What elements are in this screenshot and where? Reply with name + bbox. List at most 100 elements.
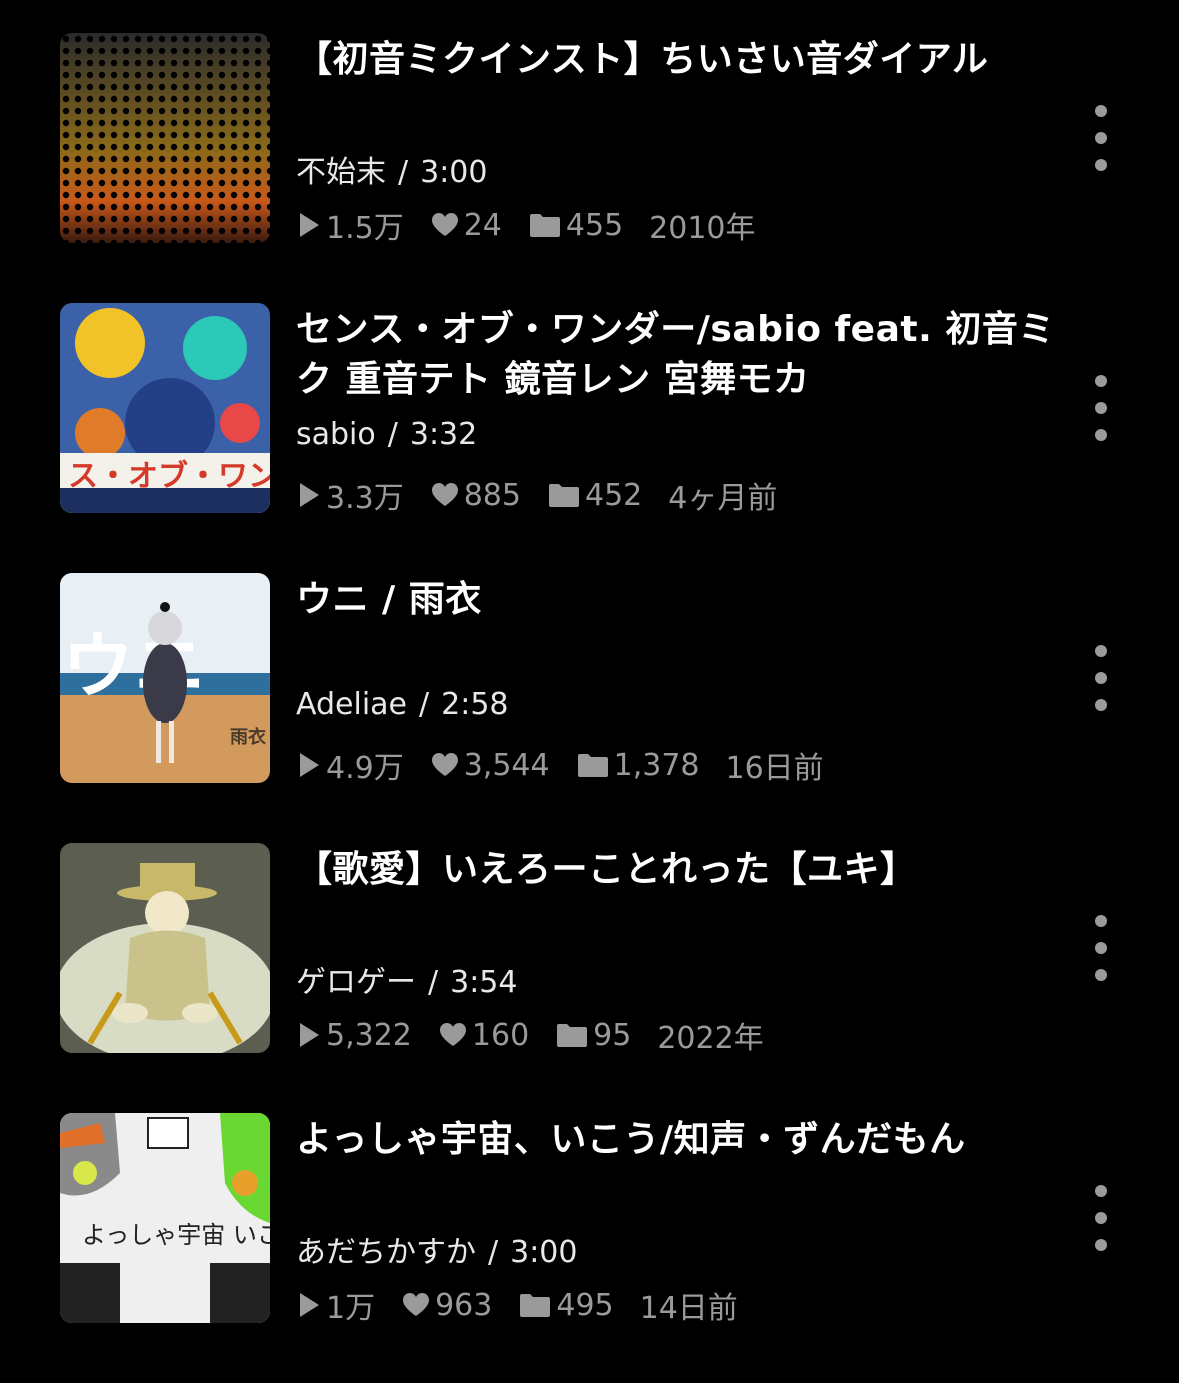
video-meta: あだちかすか / 3:00 <box>296 1227 577 1271</box>
more-vertical-icon[interactable] <box>1088 915 1114 981</box>
likes-count: 160 <box>471 1017 530 1053</box>
mylists-stat: 495 <box>518 1287 614 1323</box>
more-dot <box>1095 159 1107 171</box>
upload-date: 14日前 <box>639 1291 738 1326</box>
video-thumbnail[interactable]: ウニ 雨衣 <box>60 573 270 783</box>
mylists-count: 455 <box>565 207 624 243</box>
more-dot <box>1095 645 1107 657</box>
likes-stat: 24 <box>430 208 502 243</box>
thumbnail-subtext: 雨衣 <box>230 726 266 748</box>
video-thumbnail[interactable]: ス・オブ・ワン <box>60 303 270 513</box>
video-item[interactable]: ス・オブ・ワン センス・オブ・ワンダー/sabio feat. 初音ミク 重音テ… <box>0 303 1179 573</box>
video-thumbnail[interactable]: よっしゃ宇宙 いこう <box>60 1113 270 1323</box>
video-item[interactable]: 【歌愛】いえろーことれった【ユキ】 ゲロゲー / 3:54 5,322 160 95… <box>0 843 1179 1113</box>
upload-date: 16日前 <box>725 751 824 786</box>
video-item[interactable]: よっしゃ宇宙 いこう よっしゃ宇宙、いこう/知声・ずんだもん あだちかすか / 3:… <box>0 1113 1179 1383</box>
mylists-stat: 455 <box>528 208 623 243</box>
video-author[interactable]: Adeliae <box>296 687 407 722</box>
thumbnail-image-illustration: ス・オブ・ワン <box>60 303 270 513</box>
video-thumbnail[interactable] <box>60 33 270 243</box>
video-list: 【初音ミクインスト】ちいさい音ダイアル 不始末 / 3:00 1.5万 24 455… <box>0 33 1179 1383</box>
play-icon <box>300 753 319 777</box>
likes-count: 963 <box>435 1287 493 1323</box>
folder-icon <box>557 1024 588 1047</box>
meta-separator: / <box>419 687 430 722</box>
folder-icon <box>548 484 579 507</box>
views-stat: 4.9万 <box>296 743 404 787</box>
meta-separator: / <box>428 965 439 1000</box>
more-dot <box>1095 1239 1107 1251</box>
video-meta: Adeliae / 2:58 <box>296 687 509 722</box>
meta-separator: / <box>387 417 398 452</box>
play-icon <box>300 483 319 507</box>
video-title[interactable]: 【初音ミクインスト】ちいさい音ダイアル <box>296 35 1056 85</box>
views-count: 1万 <box>326 1291 376 1326</box>
video-duration: 3:32 <box>409 417 478 452</box>
video-author[interactable]: 不始末 <box>296 155 386 190</box>
heart-icon <box>403 1293 430 1316</box>
views-count: 4.9万 <box>326 751 404 786</box>
thumbnail-image-illustration: よっしゃ宇宙 いこう <box>60 1113 270 1323</box>
upload-date: 4ヶ月前 <box>668 481 778 516</box>
play-icon <box>300 213 319 237</box>
video-item[interactable]: 【初音ミクインスト】ちいさい音ダイアル 不始末 / 3:00 1.5万 24 455… <box>0 33 1179 303</box>
video-duration: 2:58 <box>441 687 509 722</box>
more-vertical-icon[interactable] <box>1088 375 1114 441</box>
play-icon <box>300 1293 319 1317</box>
meta-separator: / <box>488 1235 499 1270</box>
folder-icon <box>577 754 608 777</box>
video-title[interactable]: よっしゃ宇宙、いこう/知声・ずんだもん <box>296 1115 1056 1165</box>
thumbnail-image-illustration <box>60 843 270 1053</box>
likes-count: 3,544 <box>463 747 550 783</box>
video-author[interactable]: ゲロゲー <box>296 965 416 1000</box>
more-vertical-icon[interactable] <box>1088 645 1114 711</box>
video-author[interactable]: sabio <box>296 417 376 452</box>
views-stat: 3.3万 <box>296 473 404 517</box>
mylists-count: 95 <box>593 1017 632 1053</box>
video-stats: 1万 963 495 14日前 <box>296 1283 764 1327</box>
mylists-count: 1,378 <box>613 747 700 783</box>
mylists-stat: 452 <box>547 478 642 513</box>
more-vertical-icon[interactable] <box>1088 1185 1114 1251</box>
video-stats: 5,322 160 95 2022年 <box>296 1013 790 1057</box>
thumbnail-image-speaker-grille <box>60 33 270 243</box>
likes-count: 24 <box>463 207 502 243</box>
likes-stat: 160 <box>438 1018 529 1053</box>
heart-icon <box>431 213 458 236</box>
video-meta: sabio / 3:32 <box>296 417 477 452</box>
video-title[interactable]: ウニ / 雨衣 <box>296 575 1056 625</box>
video-author[interactable]: あだちかすか <box>296 1235 476 1270</box>
more-dot <box>1095 969 1107 981</box>
upload-date: 2022年 <box>657 1021 764 1056</box>
video-meta: 不始末 / 3:00 <box>296 147 487 191</box>
upload-date: 2010年 <box>649 211 756 246</box>
likes-count: 885 <box>463 477 521 513</box>
views-count: 1.5万 <box>326 211 404 246</box>
views-count: 5,322 <box>326 1017 412 1053</box>
mylists-stat: 1,378 <box>576 748 700 783</box>
video-stats: 1.5万 24 455 2010年 <box>296 203 782 247</box>
video-title[interactable]: センス・オブ・ワンダー/sabio feat. 初音ミク 重音テト 鏡音レン 宮… <box>296 305 1056 405</box>
views-stat: 1.5万 <box>296 203 404 247</box>
more-vertical-icon[interactable] <box>1088 105 1114 171</box>
video-stats: 4.9万 3,544 1,378 16日前 <box>296 743 850 787</box>
heart-icon <box>431 753 458 776</box>
video-item[interactable]: ウニ 雨衣 ウニ / 雨衣 Adeliae / 2:58 4.9万 3,544 1,… <box>0 573 1179 843</box>
more-dot <box>1095 1212 1107 1224</box>
video-title[interactable]: 【歌愛】いえろーことれった【ユキ】 <box>296 845 1056 895</box>
views-count: 3.3万 <box>326 481 404 516</box>
video-thumbnail[interactable] <box>60 843 270 1053</box>
thumbnail-image-beach: ウニ 雨衣 <box>60 573 270 783</box>
more-dot <box>1095 375 1107 387</box>
views-stat: 5,322 <box>296 1018 412 1053</box>
folder-icon <box>520 1294 551 1317</box>
more-dot <box>1095 429 1107 441</box>
more-dot <box>1095 132 1107 144</box>
mylists-count: 495 <box>556 1287 614 1323</box>
likes-stat: 885 <box>430 478 521 513</box>
thumbnail-text: ス・オブ・ワン <box>68 459 270 494</box>
mylists-count: 452 <box>584 477 643 513</box>
video-duration: 3:00 <box>420 155 488 190</box>
mylists-stat: 95 <box>555 1018 631 1053</box>
video-duration: 3:54 <box>450 965 518 1000</box>
